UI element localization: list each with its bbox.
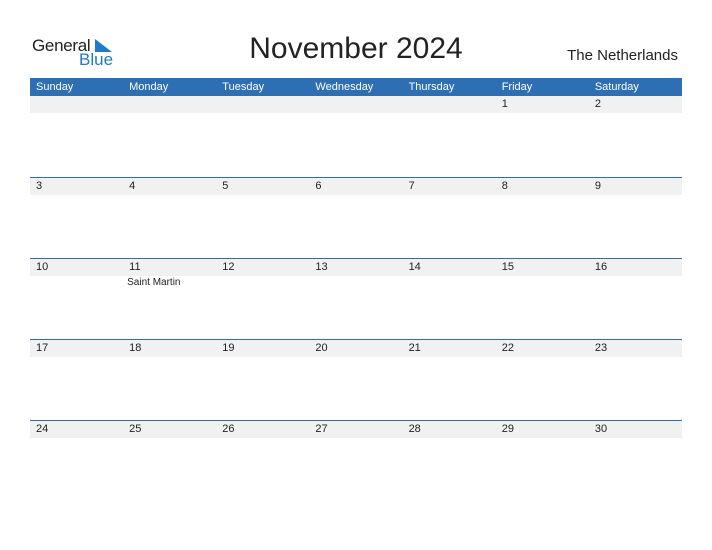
week-row: 12 bbox=[30, 96, 682, 177]
weekday-header: Sunday Monday Tuesday Wednesday Thursday… bbox=[30, 78, 682, 96]
holiday-label bbox=[496, 276, 589, 288]
holiday-label bbox=[309, 113, 402, 114]
date-number: 25 bbox=[129, 423, 142, 435]
date-number: 18 bbox=[129, 342, 142, 354]
event-row bbox=[30, 195, 682, 196]
weekday-tuesday: Tuesday bbox=[222, 81, 265, 93]
holiday-label bbox=[589, 195, 682, 196]
country-label: The Netherlands bbox=[567, 47, 678, 64]
weekday-thursday: Thursday bbox=[408, 81, 455, 93]
date-number: 27 bbox=[315, 423, 328, 435]
date-number: 5 bbox=[222, 180, 229, 192]
date-number: 28 bbox=[408, 423, 421, 435]
holiday-label bbox=[30, 357, 123, 358]
holiday-label bbox=[123, 195, 216, 196]
date-number: 9 bbox=[594, 180, 601, 192]
holiday-label bbox=[216, 195, 309, 196]
date-number: 21 bbox=[408, 342, 421, 354]
date-number: 6 bbox=[315, 180, 322, 192]
date-number: 30 bbox=[594, 423, 608, 435]
holiday-label: Saint Martin bbox=[127, 277, 181, 288]
date-bar: 12 bbox=[30, 96, 682, 113]
weekday-saturday: Saturday bbox=[594, 81, 639, 93]
week-row: 17 18 19 20 21 22 23 bbox=[30, 339, 682, 420]
holiday-label bbox=[30, 195, 123, 196]
week-row: 3 4 5 6 7 8 9 bbox=[30, 177, 682, 258]
event-row bbox=[30, 357, 682, 358]
date-number: 1 bbox=[501, 98, 508, 110]
date-number: 14 bbox=[408, 261, 421, 273]
holiday-label bbox=[309, 195, 402, 196]
date-number: 12 bbox=[222, 261, 235, 273]
holiday-label bbox=[403, 276, 496, 288]
date-number bbox=[309, 96, 402, 113]
holiday-label bbox=[30, 113, 123, 114]
holiday-label bbox=[30, 276, 123, 288]
date-number: 4 bbox=[129, 180, 136, 192]
holiday-label bbox=[309, 438, 402, 439]
date-number: 29 bbox=[501, 423, 514, 435]
week-row: 24 25 26 27 28 29 30 bbox=[30, 420, 682, 501]
holiday-label bbox=[403, 438, 496, 439]
date-number: 8 bbox=[501, 180, 508, 192]
date-number: 13 bbox=[315, 261, 328, 273]
date-bar: 3 4 5 6 7 8 9 bbox=[30, 178, 682, 195]
event-row bbox=[30, 438, 682, 439]
date-number bbox=[403, 96, 496, 113]
holiday-label bbox=[496, 438, 589, 439]
date-number: 26 bbox=[222, 423, 235, 435]
holiday-label bbox=[589, 113, 682, 114]
holiday-label bbox=[216, 438, 309, 439]
event-row bbox=[30, 113, 682, 114]
holiday-label bbox=[403, 195, 496, 196]
date-number bbox=[30, 96, 123, 113]
holiday-label bbox=[30, 438, 123, 439]
weekday-friday: Friday bbox=[501, 81, 533, 93]
date-number: 19 bbox=[222, 342, 235, 354]
date-bar: 24 25 26 27 28 29 30 bbox=[30, 421, 682, 438]
weekday-wednesday: Wednesday bbox=[315, 81, 374, 93]
date-number: 20 bbox=[315, 342, 328, 354]
date-number bbox=[123, 96, 216, 113]
holiday-label bbox=[496, 113, 589, 114]
holiday-label bbox=[123, 357, 216, 358]
date-number: 3 bbox=[36, 180, 43, 192]
holiday-label bbox=[216, 357, 309, 358]
weekday-monday: Monday bbox=[129, 81, 169, 93]
week-row: 10 11 12 13 14 15 16 Saint Martin bbox=[30, 258, 682, 339]
date-number: 17 bbox=[36, 342, 49, 354]
weekday-sunday: Sunday bbox=[36, 81, 74, 93]
holiday-label bbox=[309, 357, 402, 358]
holiday-label bbox=[123, 113, 216, 114]
date-number: 11 bbox=[129, 261, 141, 273]
event-row: Saint Martin bbox=[30, 276, 682, 288]
holiday-label bbox=[309, 276, 402, 288]
holiday-label bbox=[589, 357, 682, 358]
holiday-label bbox=[123, 438, 216, 439]
holiday-label bbox=[496, 357, 589, 358]
calendar: Sunday Monday Tuesday Wednesday Thursday… bbox=[30, 78, 682, 501]
holiday-label bbox=[216, 276, 309, 288]
date-number: 16 bbox=[594, 261, 608, 273]
date-bar: 10 11 12 13 14 15 16 bbox=[30, 259, 682, 276]
date-number: 24 bbox=[36, 423, 49, 435]
date-number bbox=[216, 96, 309, 113]
date-number: 15 bbox=[501, 261, 514, 273]
date-number: 10 bbox=[36, 261, 49, 273]
holiday-label bbox=[216, 113, 309, 114]
holiday-label bbox=[403, 113, 496, 114]
date-number: 22 bbox=[501, 342, 514, 354]
holiday-label bbox=[589, 438, 682, 439]
date-bar: 17 18 19 20 21 22 23 bbox=[30, 340, 682, 357]
holiday-label bbox=[403, 357, 496, 358]
date-number: 23 bbox=[594, 342, 608, 354]
date-number: 2 bbox=[594, 98, 601, 110]
holiday-label bbox=[496, 195, 589, 196]
holiday-label bbox=[589, 276, 682, 288]
date-number: 7 bbox=[408, 180, 415, 192]
